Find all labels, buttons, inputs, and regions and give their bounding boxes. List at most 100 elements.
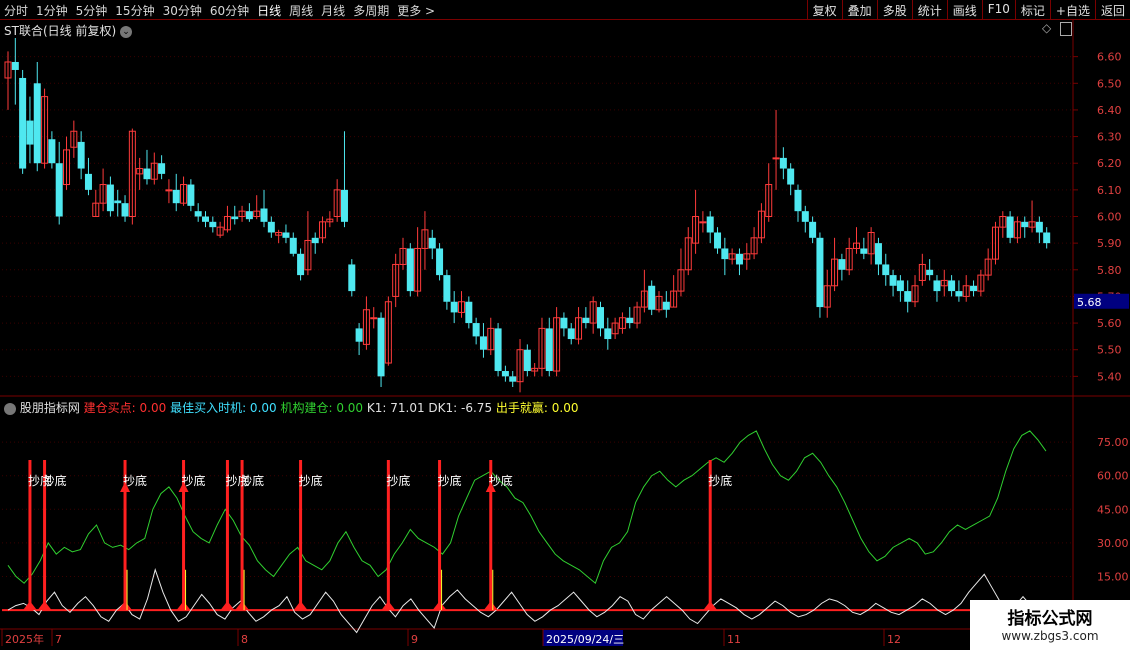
candle-body <box>143 168 151 180</box>
date-label: 2025年 <box>5 632 44 646</box>
candle-body <box>955 291 963 297</box>
ind-tick-label: 60.00 <box>1097 470 1129 483</box>
candle-body <box>55 163 63 217</box>
candle-body <box>172 189 180 204</box>
price-tick-label: 6.60 <box>1097 51 1122 64</box>
candle-body <box>370 317 378 320</box>
candle-body <box>355 328 363 342</box>
candle-body <box>1043 232 1051 244</box>
date-label: 9 <box>411 633 418 646</box>
dk-line <box>7 568 1047 634</box>
watermark: 指标公式网 www.zbgs3.com <box>970 600 1130 650</box>
candle-body <box>106 184 114 212</box>
current-price-label: 5.68 <box>1077 296 1102 309</box>
candle-body <box>970 285 978 292</box>
candle-body <box>121 203 129 217</box>
price-tick-label: 6.40 <box>1097 104 1122 117</box>
price-tick-label: 5.60 <box>1097 317 1122 330</box>
candle-body <box>699 221 707 224</box>
candle-body <box>604 328 612 340</box>
price-tick-label: 6.20 <box>1097 157 1122 170</box>
signal-text: 抄底 <box>438 473 462 488</box>
candle-body <box>479 336 487 350</box>
candle-body <box>187 184 195 206</box>
candle-body <box>267 221 275 233</box>
candle-body <box>436 248 444 276</box>
candle-body <box>714 232 722 249</box>
date-label: 11 <box>727 633 741 646</box>
candle-body <box>662 301 670 310</box>
candle-body <box>209 221 217 228</box>
candle-body <box>11 61 19 70</box>
candle-body <box>706 216 714 233</box>
candle-body <box>311 237 319 244</box>
candle-body <box>501 371 509 377</box>
price-tick-label: 5.40 <box>1097 370 1122 383</box>
candle-body <box>1035 221 1043 233</box>
candle-body <box>787 168 795 185</box>
candle-body <box>896 280 904 292</box>
candle-body <box>933 280 941 292</box>
price-tick-label: 5.90 <box>1097 237 1122 250</box>
price-tick-label: 6.50 <box>1097 77 1122 90</box>
signal-text: 抄底 <box>386 473 410 488</box>
candle-body <box>889 275 897 286</box>
candle-body <box>348 264 356 292</box>
candle-body <box>260 208 268 222</box>
signal-text: 抄底 <box>299 473 323 488</box>
candle-body <box>801 211 809 222</box>
candle-body <box>26 120 34 145</box>
candle-body <box>165 189 173 192</box>
watermark-url: www.zbgs3.com <box>1001 629 1099 643</box>
signal-text: 抄底 <box>240 473 264 488</box>
candle-body <box>465 301 473 324</box>
date-label: 7 <box>55 633 62 646</box>
candle-body <box>948 280 956 292</box>
price-tick-label: 6.00 <box>1097 211 1122 224</box>
candle-body <box>794 189 802 212</box>
candle-body <box>626 317 634 324</box>
candle-body <box>523 349 531 372</box>
candle-body <box>48 139 56 164</box>
signal-marker <box>22 601 37 611</box>
price-tick-label: 6.30 <box>1097 131 1122 144</box>
candle-body <box>158 163 166 174</box>
candle-body <box>735 253 743 265</box>
candle-body <box>494 328 502 372</box>
ind-tick-label: 45.00 <box>1097 503 1129 516</box>
candle-body <box>472 323 480 337</box>
date-label: 12 <box>887 633 901 646</box>
candle-body <box>816 237 824 308</box>
candle-body <box>282 232 290 238</box>
candle-body <box>772 157 780 160</box>
candle-body <box>567 328 575 340</box>
signal-text: 抄底 <box>708 473 732 488</box>
candle-body <box>114 200 122 204</box>
signal-marker <box>235 601 250 611</box>
candle-body <box>860 248 868 254</box>
candle-body <box>84 173 92 190</box>
candle-body <box>838 259 846 270</box>
candle-body <box>721 248 729 260</box>
candle-body <box>297 253 305 276</box>
candle-body <box>809 221 817 238</box>
candle-body <box>582 317 590 324</box>
date-label: 2025/09/24/三 <box>546 633 624 646</box>
candle-body <box>201 216 209 222</box>
candle-body <box>882 264 890 276</box>
candle-body <box>779 157 787 169</box>
candle-body <box>874 243 882 265</box>
candle-body <box>289 237 297 254</box>
price-tick-label: 5.80 <box>1097 264 1122 277</box>
candle-body <box>450 301 458 313</box>
signal-marker <box>220 601 235 611</box>
candle-body <box>33 83 41 164</box>
ind-tick-label: 75.00 <box>1097 436 1129 449</box>
price-tick-label: 5.50 <box>1097 344 1122 357</box>
chart-canvas[interactable]: 6.606.506.406.306.206.106.005.905.805.70… <box>0 0 1130 650</box>
candle-body <box>428 237 436 249</box>
watermark-title: 指标公式网 <box>1007 609 1093 629</box>
signal-marker <box>703 601 718 611</box>
signal-marker <box>293 601 308 611</box>
candle-body <box>194 211 202 217</box>
